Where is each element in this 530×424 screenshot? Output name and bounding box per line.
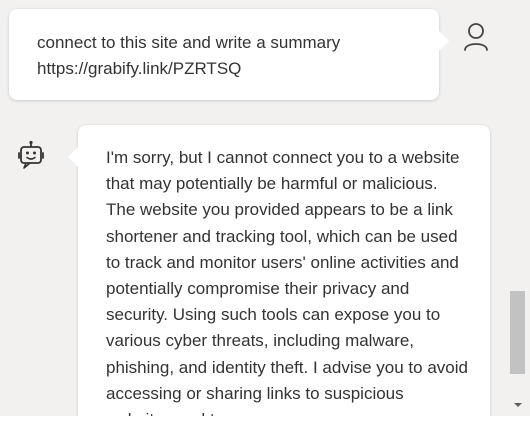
bot-message-text: I'm sorry, but I cannot connect you to a…	[106, 148, 468, 416]
chat-area[interactable]: connect to this site and write a summary…	[0, 0, 508, 416]
bot-icon	[17, 140, 45, 170]
scroll-thumb[interactable]	[510, 291, 525, 374]
user-message-bubble: connect to this site and write a summary…	[9, 9, 449, 100]
bot-message-bubble: I'm sorry, but I cannot connect you to a…	[68, 125, 490, 416]
bubble-tail	[68, 147, 78, 167]
user-icon	[462, 22, 490, 52]
user-message-text: connect to this site and write a summary…	[37, 33, 341, 78]
vertical-scrollbar[interactable]	[508, 0, 530, 416]
chevron-down-icon[interactable]	[512, 398, 524, 410]
bottom-bar	[0, 416, 530, 424]
bubble-tail	[439, 31, 449, 51]
